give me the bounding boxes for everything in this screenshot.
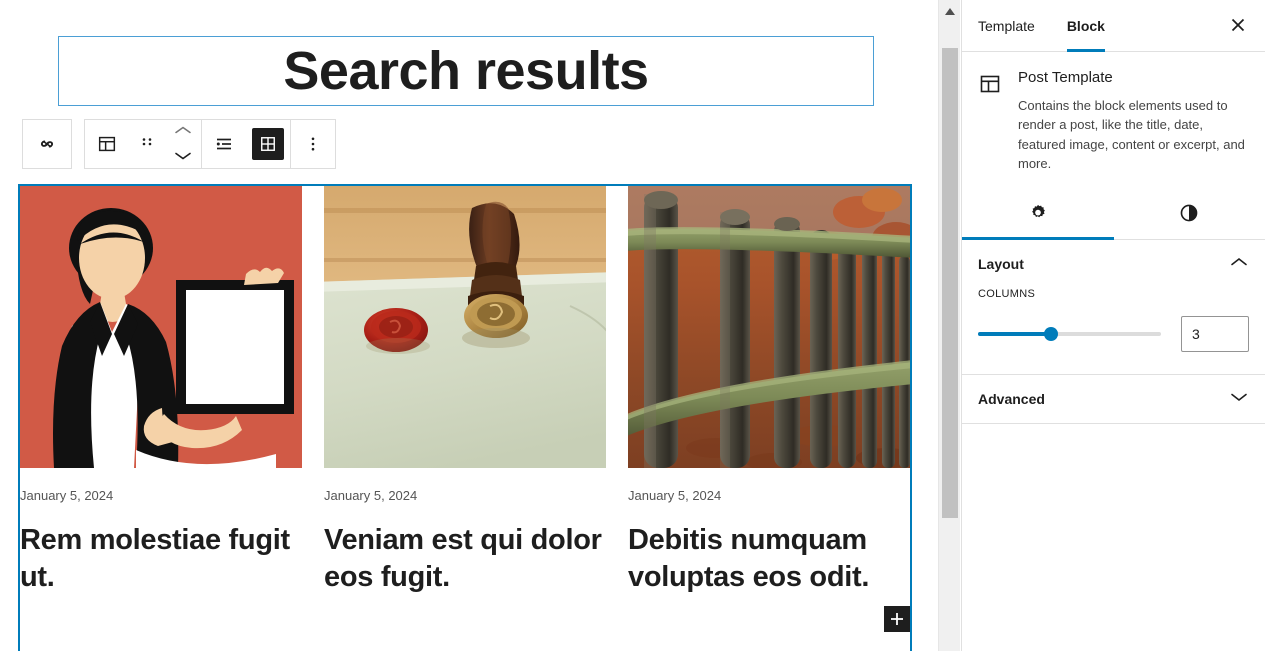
chevron-down-icon[interactable]: [1229, 390, 1249, 408]
move-up-button[interactable]: [174, 122, 192, 140]
chevron-down-icon: [175, 152, 191, 160]
posts-grid: January 5, 2024 Rem molestiae fugit ut.: [20, 186, 910, 651]
select-parent-query-loop-button[interactable]: [29, 120, 65, 168]
loop-icon: [35, 132, 59, 156]
columns-number-input[interactable]: 3: [1181, 315, 1249, 352]
block-toolbar: [22, 119, 336, 169]
plus-icon: [888, 610, 906, 628]
post-title[interactable]: Debitis numquam voluptas eos odit.: [628, 522, 910, 596]
post-date: January 5, 2024: [20, 488, 114, 503]
post-template-icon: [978, 72, 1002, 96]
list-view-button[interactable]: [202, 120, 246, 168]
columns-label: COLUMNS: [978, 287, 1036, 300]
businesswoman-holding-frame-illustration: [20, 186, 302, 468]
post-date: January 5, 2024: [628, 488, 722, 503]
post-featured-image[interactable]: [628, 186, 910, 468]
block-title: Post Template: [1018, 69, 1113, 86]
tab-block[interactable]: Block: [1051, 1, 1121, 52]
parent-block-group: [22, 119, 72, 169]
panel-advanced: Advanced: [962, 375, 1265, 424]
block-info-card: Post Template Contains the block element…: [962, 52, 1265, 192]
post-title[interactable]: Veniam est qui dolor eos fugit.: [324, 522, 606, 596]
sidebar-tabs: Template Block: [962, 0, 1265, 52]
close-icon: [1230, 17, 1246, 38]
main-toolbar-group: [84, 119, 336, 169]
styles-tab[interactable]: [1114, 192, 1265, 239]
editor-app: Search results January 5, 2024 Rem moles…: [0, 0, 1265, 651]
block-description: Contains the block elements used to rend…: [1018, 97, 1245, 172]
contrast-icon: [1178, 202, 1200, 229]
list-view-icon: [212, 132, 236, 156]
move-down-button[interactable]: [174, 148, 192, 166]
post-title[interactable]: Rem molestiae fugit ut.: [20, 522, 302, 596]
panel-layout-body: COLUMNS 3: [978, 288, 1249, 374]
block-movers: [165, 120, 201, 168]
canvas-scrollbar[interactable]: [938, 0, 960, 651]
heading-block[interactable]: Search results: [58, 36, 874, 106]
post-date: January 5, 2024: [324, 488, 418, 503]
columns-control: 3: [978, 315, 1249, 352]
columns-slider-fill: [978, 331, 1052, 336]
list-item[interactable]: January 5, 2024 Rem molestiae fugit ut.: [20, 186, 302, 651]
post-template-block[interactable]: January 5, 2024 Rem molestiae fugit ut.: [18, 184, 912, 651]
columns-slider[interactable]: [978, 326, 1161, 341]
chevron-up-icon: [175, 126, 191, 134]
page-title: Search results: [283, 41, 649, 101]
close-settings-button[interactable]: [1221, 10, 1255, 44]
list-item[interactable]: January 5, 2024 Debitis numquam voluptas…: [628, 186, 910, 651]
tab-template-label: Template: [978, 18, 1035, 34]
drag-handle-icon: [137, 134, 157, 154]
tab-template[interactable]: Template: [962, 1, 1051, 51]
add-block-button[interactable]: [884, 606, 910, 632]
scroll-up-arrow-icon: [945, 2, 955, 20]
settings-sidebar: Template Block Post Template Contains th…: [961, 0, 1265, 651]
post-featured-image[interactable]: [20, 186, 302, 468]
panel-advanced-header[interactable]: Advanced: [978, 375, 1249, 423]
list-item[interactable]: January 5, 2024 Veniam est qui dolor eos…: [324, 186, 606, 651]
scroll-thumb[interactable]: [942, 48, 958, 518]
settings-tab[interactable]: [962, 192, 1114, 240]
more-vertical-icon: [303, 134, 323, 154]
block-info-text: Post Template Contains the block element…: [1018, 68, 1249, 174]
post-featured-image[interactable]: [324, 186, 606, 468]
scroll-up-button[interactable]: [939, 0, 961, 22]
wax-seal-stamp-on-parchment-photo: [324, 186, 606, 468]
grid-view-icon: [252, 128, 284, 160]
columns-slider-thumb[interactable]: [1044, 326, 1059, 341]
gear-icon: [1027, 202, 1049, 229]
tab-block-label: Block: [1066, 18, 1105, 34]
drag-handle-button[interactable]: [129, 120, 165, 168]
panel-advanced-title: Advanced: [978, 390, 1045, 407]
columns-value: 3: [1192, 325, 1200, 342]
wooden-fence-autumn-leaves-photo: [628, 186, 910, 468]
sidebar-icon-tabs: [962, 192, 1265, 240]
post-template-icon: [96, 133, 118, 155]
editor-canvas: Search results January 5, 2024 Rem moles…: [0, 0, 936, 651]
block-type-button[interactable]: [85, 120, 129, 168]
panel-layout-header[interactable]: Layout: [978, 240, 1249, 288]
panel-layout: Layout COLUMNS 3: [962, 240, 1265, 375]
panel-layout-title: Layout: [978, 255, 1024, 272]
chevron-up-icon[interactable]: [1229, 255, 1249, 273]
grid-view-button[interactable]: [246, 120, 290, 168]
block-options-button[interactable]: [291, 120, 335, 168]
